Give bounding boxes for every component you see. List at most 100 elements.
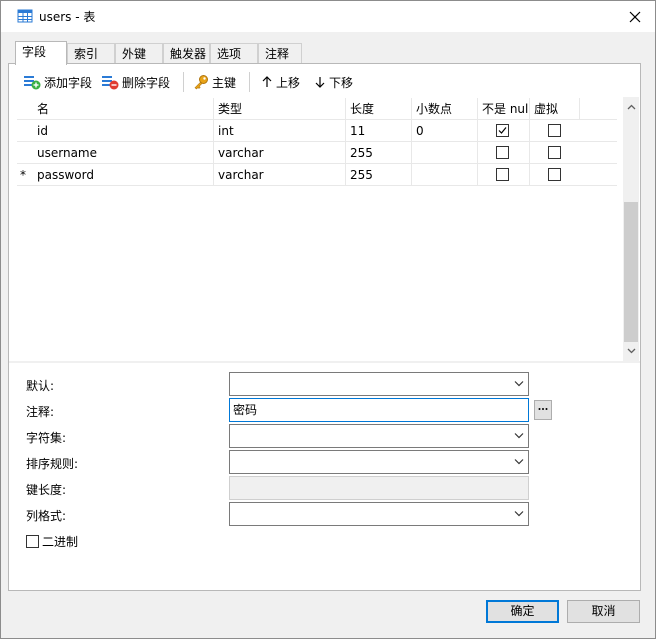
primary-key-button[interactable]: 主键 — [193, 72, 236, 92]
field-name-cell[interactable]: password — [33, 164, 213, 186]
field-name-cell[interactable]: id — [33, 120, 213, 142]
table-icon — [17, 8, 33, 24]
not-null-checkbox[interactable] — [496, 146, 509, 159]
field-decimals-cell[interactable] — [411, 142, 477, 164]
check-icon — [498, 127, 507, 134]
field-type-cell[interactable]: varchar — [213, 142, 345, 164]
default-label: 默认: — [26, 379, 55, 393]
table-row[interactable]: id int 11 0 — [17, 120, 617, 142]
not-null-cell — [477, 120, 529, 142]
arrow-up-icon — [262, 76, 272, 87]
field-length-cell[interactable]: 255 — [345, 164, 411, 186]
cancel-button[interactable]: 取消 — [567, 600, 640, 623]
arrow-down-icon — [315, 77, 325, 88]
column-header-length[interactable]: 长度 — [345, 98, 411, 120]
window-title: users - 表 — [39, 10, 96, 24]
scroll-up-button[interactable] — [623, 99, 639, 115]
column-header-not-null[interactable]: 不是 null — [477, 98, 529, 120]
fields-panel: 添加字段 删除字段 主键 上移 下移 名 类型 长度 小数点 不是 null 虚… — [8, 63, 641, 591]
column-header-name[interactable]: 名 — [33, 98, 213, 120]
ok-button[interactable]: 确定 — [486, 600, 559, 623]
column-header-spacer — [579, 98, 617, 120]
not-null-cell — [477, 142, 529, 164]
delete-field-icon — [102, 76, 119, 90]
add-field-icon — [24, 76, 41, 90]
virtual-checkbox[interactable] — [548, 124, 561, 137]
collation-label: 排序规则: — [26, 457, 79, 471]
close-button[interactable] — [623, 5, 647, 29]
not-null-checkbox[interactable] — [496, 124, 509, 137]
field-type-cell[interactable]: int — [213, 120, 345, 142]
chevron-up-icon — [627, 104, 635, 110]
key-length-input — [229, 476, 529, 500]
binary-checkbox[interactable]: 二进制 — [26, 533, 78, 550]
not-null-checkbox[interactable] — [496, 168, 509, 181]
grid-header-row: 名 类型 长度 小数点 不是 null 虚拟 — [17, 98, 617, 120]
add-field-label: 添加字段 — [44, 75, 93, 90]
comment-input[interactable]: 密码 — [229, 398, 529, 422]
scroll-thumb[interactable] — [624, 202, 638, 342]
field-type-cell[interactable]: varchar — [213, 164, 345, 186]
not-null-cell — [477, 164, 529, 186]
charset-dropdown[interactable] — [229, 424, 529, 448]
scroll-down-button[interactable] — [623, 343, 639, 359]
comment-edit-button[interactable] — [534, 400, 552, 420]
delete-field-button[interactable]: 删除字段 — [101, 72, 170, 92]
field-name-cell[interactable]: username — [33, 142, 213, 164]
collation-dropdown[interactable] — [229, 450, 529, 474]
title-bar: users - 表 — [1, 1, 655, 32]
fields-toolbar: 添加字段 删除字段 主键 上移 下移 — [9, 64, 640, 98]
column-format-label: 列格式: — [26, 509, 67, 523]
binary-checkbox-box[interactable] — [26, 535, 39, 548]
table-designer-window: users - 表 字段 索引 外键 触发器 选项 注释 添加字段 删除字段 主… — [0, 0, 656, 639]
default-dropdown[interactable] — [229, 372, 529, 396]
field-decimals-cell[interactable] — [411, 164, 477, 186]
tab-options[interactable]: 选项 — [210, 43, 258, 64]
comment-value: 密码 — [233, 403, 258, 417]
row-marker — [17, 120, 33, 142]
tab-comment[interactable]: 注释 — [258, 43, 302, 64]
grid-scrollbar[interactable] — [623, 97, 639, 361]
virtual-cell — [529, 142, 579, 164]
delete-field-label: 删除字段 — [122, 75, 171, 90]
panel-splitter[interactable] — [9, 361, 640, 363]
comment-label: 注释: — [26, 405, 55, 419]
table-row[interactable]: * password varchar 255 — [17, 164, 617, 186]
row-marker: * — [20, 168, 26, 182]
toolbar-separator — [183, 72, 184, 92]
move-down-button[interactable]: 下移 — [314, 72, 353, 92]
move-down-label: 下移 — [329, 75, 354, 90]
tab-fields[interactable]: 字段 — [15, 41, 67, 65]
column-format-dropdown[interactable] — [229, 502, 529, 526]
field-decimals-cell[interactable]: 0 — [411, 120, 477, 142]
key-icon — [194, 75, 208, 90]
primary-key-label: 主键 — [212, 75, 237, 90]
close-icon — [629, 11, 641, 23]
table-row[interactable]: username varchar 255 — [17, 142, 617, 164]
move-up-button[interactable]: 上移 — [261, 72, 300, 92]
virtual-cell — [529, 120, 579, 142]
tab-indexes[interactable]: 索引 — [67, 43, 115, 64]
add-field-button[interactable]: 添加字段 — [23, 72, 92, 92]
chevron-down-icon — [514, 433, 524, 439]
chevron-down-icon — [627, 348, 635, 354]
ellipsis-icon — [538, 408, 548, 410]
chevron-down-icon — [514, 511, 524, 517]
virtual-cell — [529, 164, 579, 186]
field-length-cell[interactable]: 255 — [345, 142, 411, 164]
row-marker — [17, 142, 33, 164]
column-header-virtual[interactable]: 虚拟 — [529, 98, 579, 120]
column-header-type[interactable]: 类型 — [213, 98, 345, 120]
chevron-down-icon — [514, 459, 524, 465]
tab-triggers[interactable]: 触发器 — [163, 43, 210, 64]
column-header-decimals[interactable]: 小数点 — [411, 98, 477, 120]
fields-grid: 名 类型 长度 小数点 不是 null 虚拟 id int 11 0 usern… — [17, 98, 617, 188]
binary-label: 二进制 — [42, 535, 79, 549]
tab-foreign-keys[interactable]: 外键 — [115, 43, 163, 64]
chevron-down-icon — [514, 381, 524, 387]
virtual-checkbox[interactable] — [548, 146, 561, 159]
virtual-checkbox[interactable] — [548, 168, 561, 181]
move-up-label: 上移 — [276, 75, 301, 90]
field-length-cell[interactable]: 11 — [345, 120, 411, 142]
toolbar-separator — [249, 72, 250, 92]
